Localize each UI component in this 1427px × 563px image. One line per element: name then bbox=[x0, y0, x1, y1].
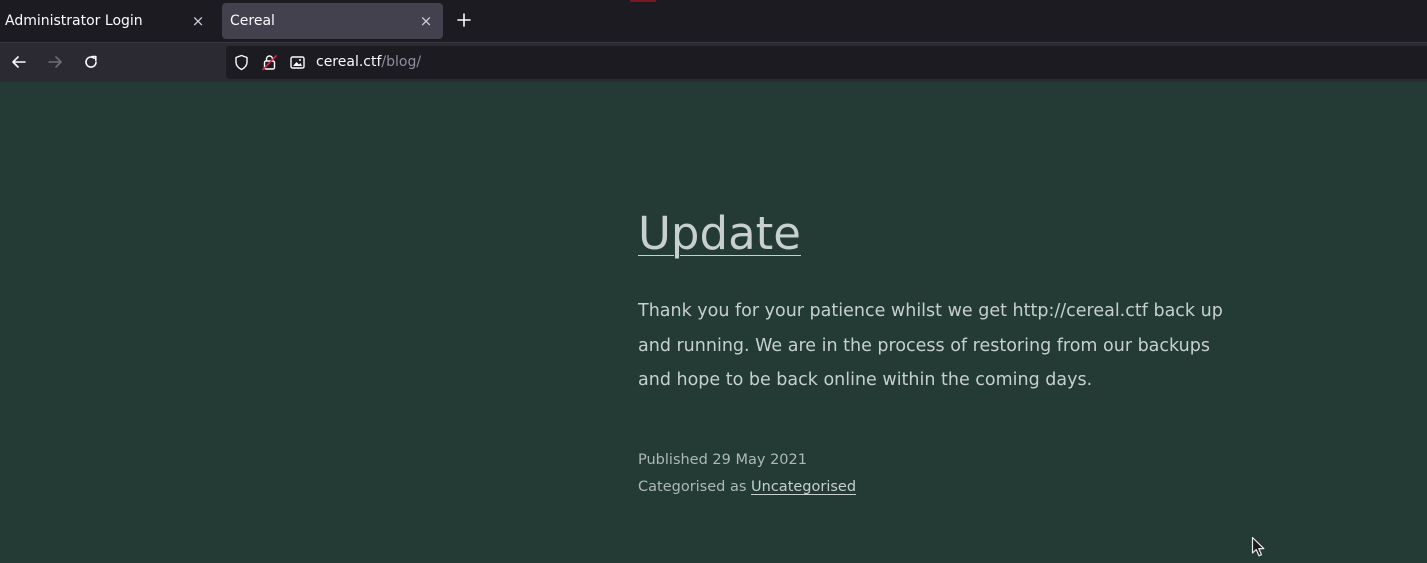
forward-button[interactable] bbox=[45, 52, 65, 72]
address-bar[interactable]: cereal.ctf/blog/ bbox=[226, 46, 1427, 79]
url-path: /blog/ bbox=[381, 54, 422, 70]
plus-icon bbox=[457, 13, 471, 27]
url-text[interactable]: cereal.ctf/blog/ bbox=[316, 46, 421, 79]
tab-administrator-login[interactable]: Administrator Login × bbox=[0, 3, 215, 39]
url-host: cereal.ctf bbox=[316, 54, 382, 70]
post-body: Thank you for your patience whilst we ge… bbox=[638, 301, 1223, 390]
navigation-toolbar: cereal.ctf/blog/ bbox=[0, 42, 1427, 82]
reload-icon bbox=[85, 55, 97, 68]
insecure-lock-icon[interactable] bbox=[261, 54, 278, 71]
reload-button[interactable] bbox=[81, 52, 101, 72]
post-meta: Published 29 May 2021 Categorised as Unc… bbox=[638, 447, 856, 501]
category-prefix: Categorised as bbox=[638, 479, 747, 495]
close-icon[interactable]: × bbox=[418, 3, 434, 39]
close-icon[interactable]: × bbox=[190, 3, 206, 39]
tab-label: Cereal bbox=[230, 13, 275, 29]
page-content: Update Thank you for your patience whils… bbox=[0, 82, 1427, 563]
tab-strip: Administrator Login × Cereal × bbox=[0, 0, 1427, 42]
shield-icon[interactable] bbox=[233, 54, 250, 71]
browser-window: Administrator Login × Cereal × cereal.ct… bbox=[0, 0, 1427, 563]
category-line: Categorised as Uncategorised bbox=[638, 474, 856, 501]
mouse-pointer-icon bbox=[1251, 536, 1267, 558]
post-title-link[interactable]: Update bbox=[638, 206, 801, 262]
forward-arrow-icon bbox=[48, 56, 62, 68]
image-icon[interactable] bbox=[289, 54, 306, 71]
published-date: Published 29 May 2021 bbox=[638, 452, 807, 468]
new-tab-button[interactable] bbox=[452, 8, 476, 32]
back-arrow-icon bbox=[12, 56, 26, 68]
tab-label: Administrator Login bbox=[5, 13, 143, 29]
tabstrip-accent bbox=[630, 0, 656, 2]
category-link[interactable]: Uncategorised bbox=[751, 479, 856, 495]
back-button[interactable] bbox=[9, 52, 29, 72]
tab-cereal[interactable]: Cereal × bbox=[222, 3, 443, 39]
